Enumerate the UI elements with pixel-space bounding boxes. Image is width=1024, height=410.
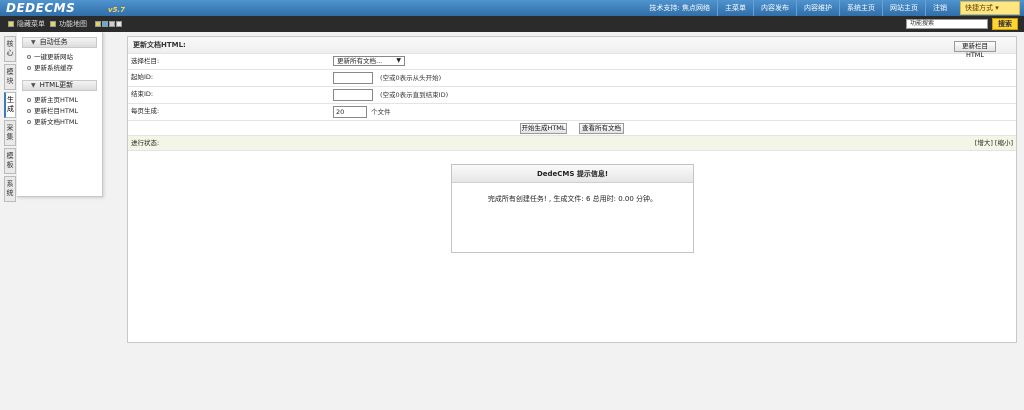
- nav-content-publish[interactable]: 内容发布: [753, 0, 796, 16]
- select-column-row: 选择栏目: 更新所有文档... ▼: [128, 54, 1016, 70]
- tab-templates[interactable]: 模板: [4, 148, 16, 174]
- column-select-value: 更新所有文档...: [337, 57, 383, 65]
- bullet-icon: [27, 120, 31, 124]
- bullet-icon: [27, 109, 31, 113]
- nav-system-home[interactable]: 系统主页: [839, 0, 882, 16]
- menu-item-label: 更新主页HTML: [34, 96, 79, 104]
- tab-modules[interactable]: 模块: [4, 64, 16, 90]
- menu-item-update-cache[interactable]: 更新系统缓存: [17, 63, 102, 74]
- menu-item-label: 一键更新网站: [34, 53, 73, 61]
- hide-menu-button[interactable]: 隐藏菜单: [8, 19, 45, 29]
- search-button[interactable]: 搜索: [992, 18, 1018, 30]
- end-id-row: 结束ID: (空或0表示直到结束ID): [128, 87, 1016, 104]
- view-all-docs-button[interactable]: 查看所有文档: [579, 123, 624, 134]
- chevron-down-icon: ▼: [31, 82, 36, 89]
- theme-blue-icon[interactable]: [102, 21, 108, 27]
- start-generate-button[interactable]: 开始生成HTML: [520, 123, 567, 134]
- start-id-label: 起始ID:: [131, 73, 154, 81]
- message-box: DedeCMS 提示信息! 完成所有创建任务! , 生成文件: 6 总用时: 0…: [451, 164, 694, 253]
- status-label: 进行状态:: [131, 139, 160, 147]
- menu-group-title: HTML更新: [39, 81, 74, 89]
- bullet-icon: [27, 66, 31, 70]
- per-page-unit: 个文件: [371, 108, 391, 116]
- bullet-icon: [27, 98, 31, 102]
- theme-yellow-icon[interactable]: [95, 21, 101, 27]
- function-search-input[interactable]: 功能搜索: [906, 19, 988, 29]
- end-id-hint: (空或0表示直到结束ID): [380, 91, 449, 99]
- bullet-icon: [27, 55, 31, 59]
- per-page-row: 每页生成: 20 个文件: [128, 104, 1016, 121]
- menu-item-label: 更新栏目HTML: [34, 107, 79, 115]
- end-id-label: 结束ID:: [131, 90, 154, 98]
- form-title: 更新文档HTML:: [133, 41, 186, 49]
- status-row: 进行状态: [增大] [缩小]: [128, 136, 1016, 151]
- top-bar: DEDECMS v5.7 技术支持: 焦点网络 主菜单 内容发布 内容维护 系统…: [0, 0, 1024, 16]
- message-body: 完成所有创建任务! , 生成文件: 6 总用时: 0.00 分钟。: [487, 195, 658, 203]
- theme-switcher[interactable]: [95, 19, 125, 29]
- map-icon: [50, 21, 56, 27]
- left-tabs: 核心 模块 生成 采集 模板 系统: [4, 36, 16, 204]
- toolbar: 隐藏菜单 功能地图 功能搜索 搜索: [0, 16, 1024, 32]
- column-select[interactable]: 更新所有文档... ▼: [333, 56, 405, 66]
- update-column-html-button[interactable]: 更新栏目HTML: [954, 41, 996, 59]
- nav-main-menu[interactable]: 主菜单: [717, 0, 753, 16]
- dedecms-logo: DEDECMS: [6, 1, 76, 15]
- chevron-down-icon: ▼: [31, 39, 36, 46]
- menu-item-update-column-html[interactable]: 更新栏目HTML: [17, 106, 102, 117]
- menu-item-label: 更新系统缓存: [34, 64, 73, 72]
- action-row: 开始生成HTML 查看所有文档: [128, 121, 1016, 136]
- menu-group-html-update[interactable]: ▼ HTML更新: [22, 80, 97, 91]
- menu-icon: [8, 21, 14, 27]
- top-nav: 技术支持: 焦点网络 主菜单 内容发布 内容维护 系统主页 网站主页 注销: [642, 0, 954, 16]
- caret-down-icon: ▼: [396, 57, 401, 64]
- theme-white-icon[interactable]: [116, 21, 122, 27]
- end-id-input[interactable]: [333, 89, 373, 101]
- per-page-input[interactable]: 20: [333, 106, 367, 118]
- menu-group-title: 自动任务: [39, 38, 68, 46]
- tab-core[interactable]: 核心: [4, 36, 16, 62]
- function-map-label: 功能地图: [59, 20, 87, 28]
- message-title: DedeCMS 提示信息!: [452, 165, 693, 183]
- start-id-row: 起始ID: (空或0表示从头开始): [128, 70, 1016, 87]
- version-label: v5.7: [108, 6, 125, 14]
- select-column-label: 选择栏目:: [131, 57, 160, 65]
- nav-support[interactable]: 技术支持: 焦点网络: [642, 0, 717, 16]
- function-map-button[interactable]: 功能地图: [50, 19, 87, 29]
- zoom-controls[interactable]: [增大] [缩小]: [975, 136, 1013, 151]
- nav-site-home[interactable]: 网站主页: [882, 0, 925, 16]
- tab-system[interactable]: 系统: [4, 176, 16, 202]
- tab-generate[interactable]: 生成: [4, 92, 16, 118]
- hide-menu-label: 隐藏菜单: [17, 20, 45, 28]
- tab-collect[interactable]: 采集: [4, 120, 16, 146]
- form-title-row: 更新文档HTML: 更新栏目HTML: [128, 37, 1016, 59]
- left-menu: ▼ 自动任务 一键更新网站 更新系统缓存 ▼ HTML更新 更新主页HTML 更新栏…: [17, 32, 103, 197]
- menu-item-update-home-html[interactable]: 更新主页HTML: [17, 95, 102, 106]
- start-id-hint: (空或0表示从头开始): [380, 74, 442, 82]
- theme-grey-icon[interactable]: [109, 21, 115, 27]
- menu-item-update-doc-html[interactable]: 更新文档HTML: [17, 117, 102, 128]
- menu-group-auto-tasks[interactable]: ▼ 自动任务: [22, 37, 97, 48]
- menu-item-update-site[interactable]: 一键更新网站: [17, 52, 102, 63]
- nav-content-maintain[interactable]: 内容维护: [796, 0, 839, 16]
- per-page-label: 每页生成:: [131, 107, 160, 115]
- menu-item-label: 更新文档HTML: [34, 118, 79, 126]
- quick-access-dropdown[interactable]: 快捷方式 ▾: [960, 1, 1020, 15]
- nav-logout[interactable]: 注销: [925, 0, 954, 16]
- start-id-input[interactable]: [333, 72, 373, 84]
